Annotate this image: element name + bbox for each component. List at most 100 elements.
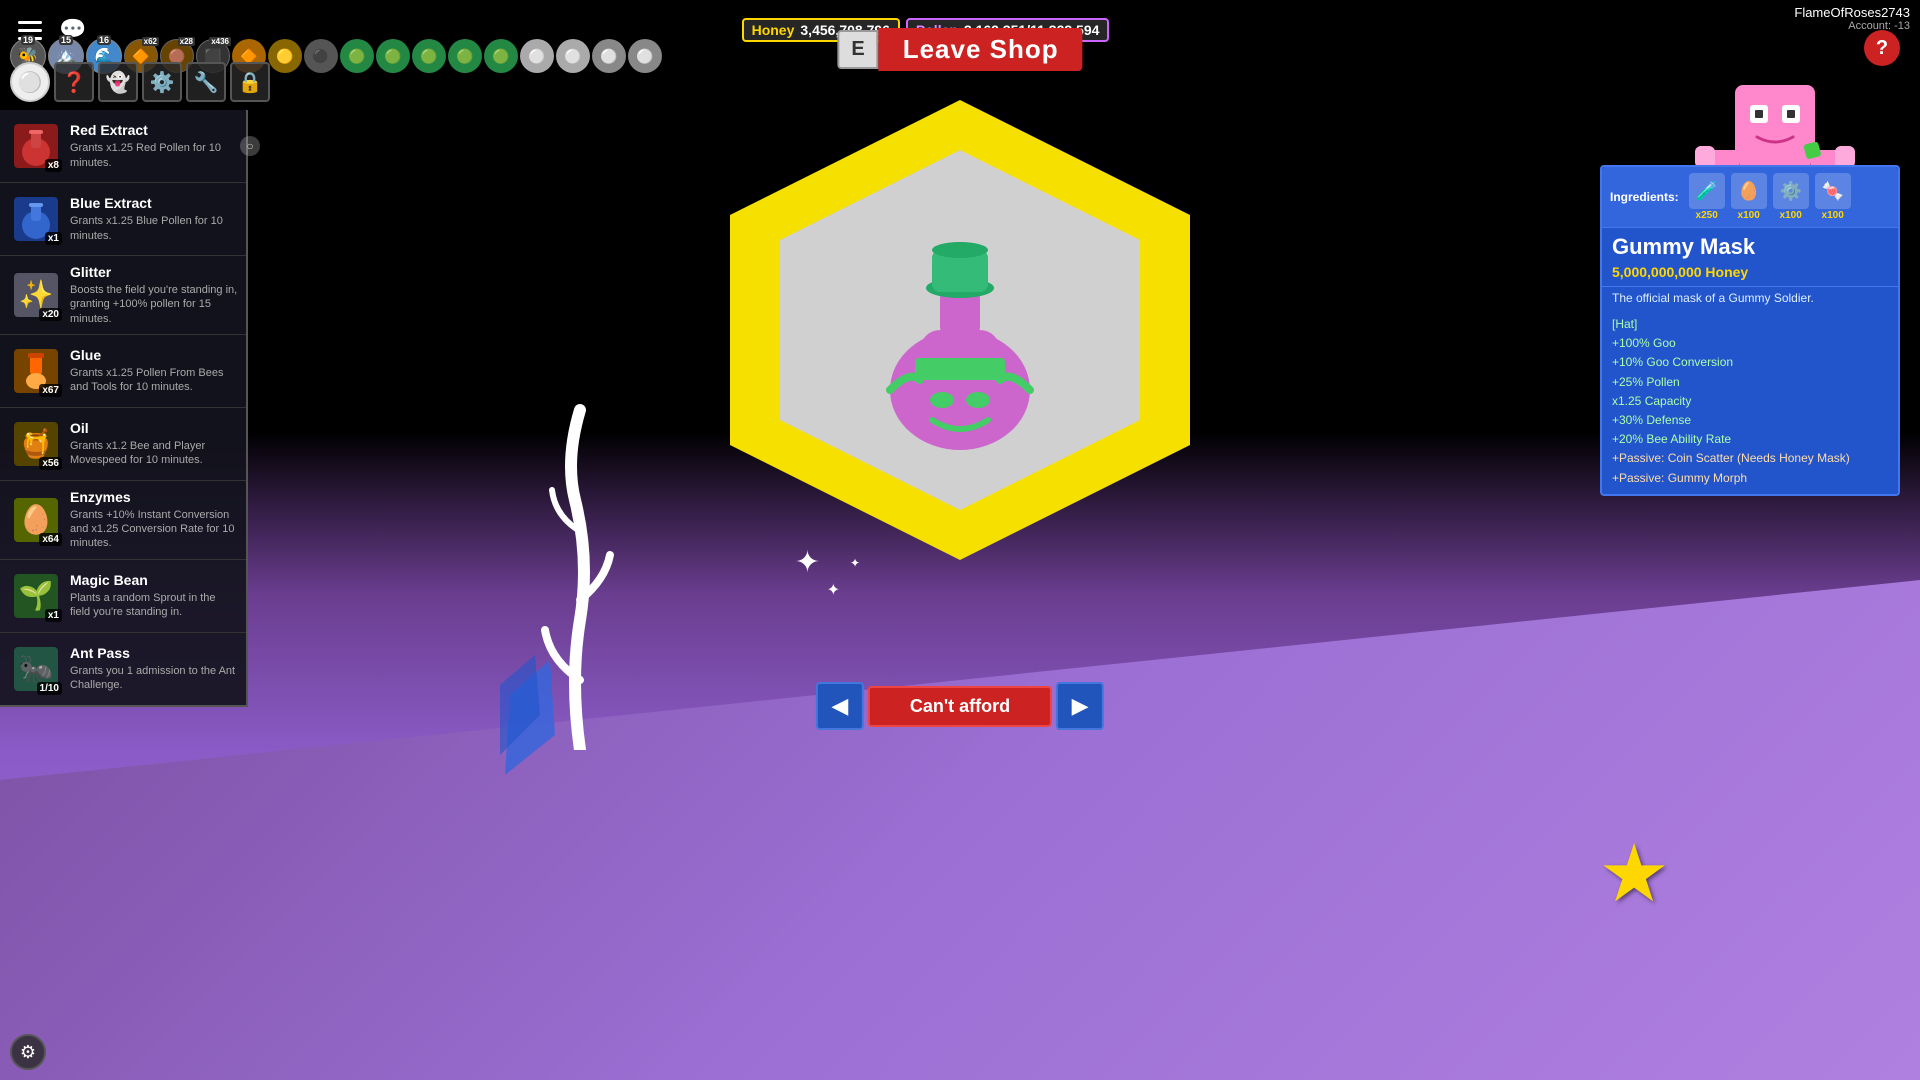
glue-desc: Grants x1.25 Pollen From Bees and Tools … — [70, 366, 238, 395]
item-icon-wrap-glitter: ✨ x20 — [8, 267, 64, 323]
leave-shop-container: E Leave Shop — [837, 28, 1082, 71]
hexagon — [730, 100, 1190, 560]
shop-item-oil[interactable]: 🍯 x56 Oil Grants x1.2 Bee and Player Mov… — [0, 408, 246, 481]
ingredient-icon-4: 🍬 — [1815, 173, 1851, 209]
stat-7: +Passive: Gummy Morph — [1612, 469, 1888, 488]
glue-count: x67 — [39, 384, 62, 397]
item-icon-wrap-magic-bean: 🌱 x1 — [8, 568, 64, 624]
hex-display — [710, 80, 1210, 580]
detail-price: 5,000,000,000 Honey — [1602, 262, 1898, 286]
ingredient-count-4: x100 — [1822, 210, 1844, 221]
blue-shape-svg — [500, 655, 560, 775]
item-icon-wrap-red-extract: x8 — [8, 118, 64, 174]
circle-badge-7: 🟢 — [448, 39, 482, 73]
shop-item-blue-extract[interactable]: x1 Blue Extract Grants x1.25 Blue Pollen… — [0, 183, 246, 256]
oil-name: Oil — [70, 420, 238, 436]
ingredient-count-2: x100 — [1738, 210, 1760, 221]
shop-item-glue[interactable]: x67 Glue Grants x1.25 Pollen From Bees a… — [0, 335, 246, 408]
shop-panel: x8 Red Extract Grants x1.25 Red Pollen f… — [0, 110, 248, 707]
shop-item-magic-bean[interactable]: 🌱 x1 Magic Bean Plants a random Sprout i… — [0, 560, 246, 633]
star-decoration: ★ — [1598, 827, 1670, 920]
blue-extract-info: Blue Extract Grants x1.25 Blue Pollen fo… — [64, 195, 238, 243]
shop-item-glitter[interactable]: ✨ x20 Glitter Boosts the field you're st… — [0, 256, 246, 335]
detail-title: Gummy Mask — [1602, 228, 1898, 262]
leave-shop-button[interactable]: Leave Shop — [879, 28, 1083, 71]
stat-4: +30% Defense — [1612, 411, 1888, 430]
stat-2: +25% Pollen — [1612, 373, 1888, 392]
stat-1: +10% Goo Conversion — [1612, 353, 1888, 372]
toolbar-icon-settings[interactable]: 🔧 — [186, 62, 226, 102]
red-extract-desc: Grants x1.25 Red Pollen for 10 minutes. — [70, 141, 238, 170]
magic-bean-name: Magic Bean — [70, 572, 238, 588]
blue-extract-name: Blue Extract — [70, 195, 238, 211]
magic-bean-info: Magic Bean Plants a random Sprout in the… — [64, 572, 238, 620]
sparkle-decoration-2: ✦ — [827, 580, 840, 600]
ant-pass-info: Ant Pass Grants you 1 admission to the A… — [64, 645, 238, 693]
ingredients-label: Ingredients: — [1610, 190, 1679, 204]
ingredient-count-3: x100 — [1780, 210, 1802, 221]
circle-badge-10: ⚪ — [556, 39, 590, 73]
circle-badge-11: ⚪ — [592, 39, 626, 73]
ingredient-1: 🧪 x250 — [1689, 173, 1725, 221]
glitter-desc: Boosts the field you're standing in, gra… — [70, 283, 238, 326]
ingredient-icon-3: ⚙️ — [1773, 173, 1809, 209]
ingredient-2: 🥚 x100 — [1731, 173, 1767, 221]
ingredient-icon-1: 🧪 — [1689, 173, 1725, 209]
shop-item-enzymes[interactable]: 🥚 x64 Enzymes Grants +10% Instant Conver… — [0, 481, 246, 560]
hex-inner — [780, 150, 1140, 510]
gummy-mask-svg — [860, 200, 1060, 460]
ingredients-row: Ingredients: 🧪 x250 🥚 x100 ⚙️ x100 🍬 x10… — [1602, 167, 1898, 228]
circle-badge-9: ⚪ — [520, 39, 554, 73]
circle-badge-12: ⚪ — [628, 39, 662, 73]
enzymes-name: Enzymes — [70, 489, 238, 505]
item-icon-wrap-blue-extract: x1 — [8, 191, 64, 247]
toolbar-icon-egg[interactable]: ⚪ — [10, 62, 50, 102]
glitter-info: Glitter Boosts the field you're standing… — [64, 264, 238, 326]
enzymes-count: x64 — [39, 533, 62, 546]
ingredient-3: ⚙️ x100 — [1773, 173, 1809, 221]
circle-badge-4: 🟢 — [340, 39, 374, 73]
shop-item-ant-pass[interactable]: 🐜 1/10 Ant Pass Grants you 1 admission t… — [0, 633, 246, 705]
settings-button[interactable]: ⚙ — [10, 1034, 46, 1070]
cant-afford-button[interactable]: Can't afford — [868, 686, 1052, 727]
ant-pass-desc: Grants you 1 admission to the Ant Challe… — [70, 664, 238, 693]
circle-badge-8: 🟢 — [484, 39, 518, 73]
oil-info: Oil Grants x1.2 Bee and Player Movespeed… — [64, 420, 238, 468]
enzymes-info: Enzymes Grants +10% Instant Conversion a… — [64, 489, 238, 551]
circle-badge-2: 🟡 — [268, 39, 302, 73]
item-icon-wrap-oil: 🍯 x56 — [8, 416, 64, 472]
ant-pass-count: 1/10 — [37, 682, 62, 695]
circle-badge-5: 🟢 — [376, 39, 410, 73]
blue-shape — [500, 655, 560, 780]
toolbar-icon-gear[interactable]: ⚙️ — [142, 62, 182, 102]
red-extract-name: Red Extract — [70, 122, 238, 138]
red-extract-count: x8 — [45, 159, 62, 172]
detail-description: The official mask of a Gummy Soldier. — [1602, 286, 1898, 309]
stat-0: +100% Goo — [1612, 334, 1888, 353]
ant-pass-name: Ant Pass — [70, 645, 238, 661]
stat-3: x1.25 Capacity — [1612, 392, 1888, 411]
prev-arrow-button[interactable]: ◀ — [816, 682, 864, 730]
drag-handle-1[interactable]: ○ — [240, 136, 260, 156]
item-icon-wrap-glue: x67 — [8, 343, 64, 399]
icon-toolbar: ⚪ ❓ 👻 ⚙️ 🔧 🔒 — [10, 62, 270, 102]
red-extract-info: Red Extract Grants x1.25 Red Pollen for … — [64, 122, 238, 170]
item-icon-wrap-enzymes: 🥚 x64 — [8, 492, 64, 548]
enzymes-desc: Grants +10% Instant Conversion and x1.25… — [70, 508, 238, 551]
toolbar-icon-lock[interactable]: 🔒 — [230, 62, 270, 102]
toolbar-icon-ghost[interactable]: 👻 — [98, 62, 138, 102]
shop-item-red-extract[interactable]: x8 Red Extract Grants x1.25 Red Pollen f… — [0, 110, 246, 183]
glitter-name: Glitter — [70, 264, 238, 280]
stat-5: +20% Bee Ability Rate — [1612, 430, 1888, 449]
stat-type: [Hat] — [1612, 315, 1888, 334]
question-button[interactable]: ? — [1864, 30, 1900, 66]
ingredient-icon-2: 🥚 — [1731, 173, 1767, 209]
blue-extract-count: x1 — [45, 232, 62, 245]
next-arrow-button[interactable]: ▶ — [1056, 682, 1104, 730]
oil-count: x56 — [39, 457, 62, 470]
ingredient-count-1: x250 — [1696, 210, 1718, 221]
toolbar-icon-help[interactable]: ❓ — [54, 62, 94, 102]
magic-bean-count: x1 — [45, 609, 62, 622]
circle-badge-6: 🟢 — [412, 39, 446, 73]
honey-label: Honey — [752, 22, 795, 38]
